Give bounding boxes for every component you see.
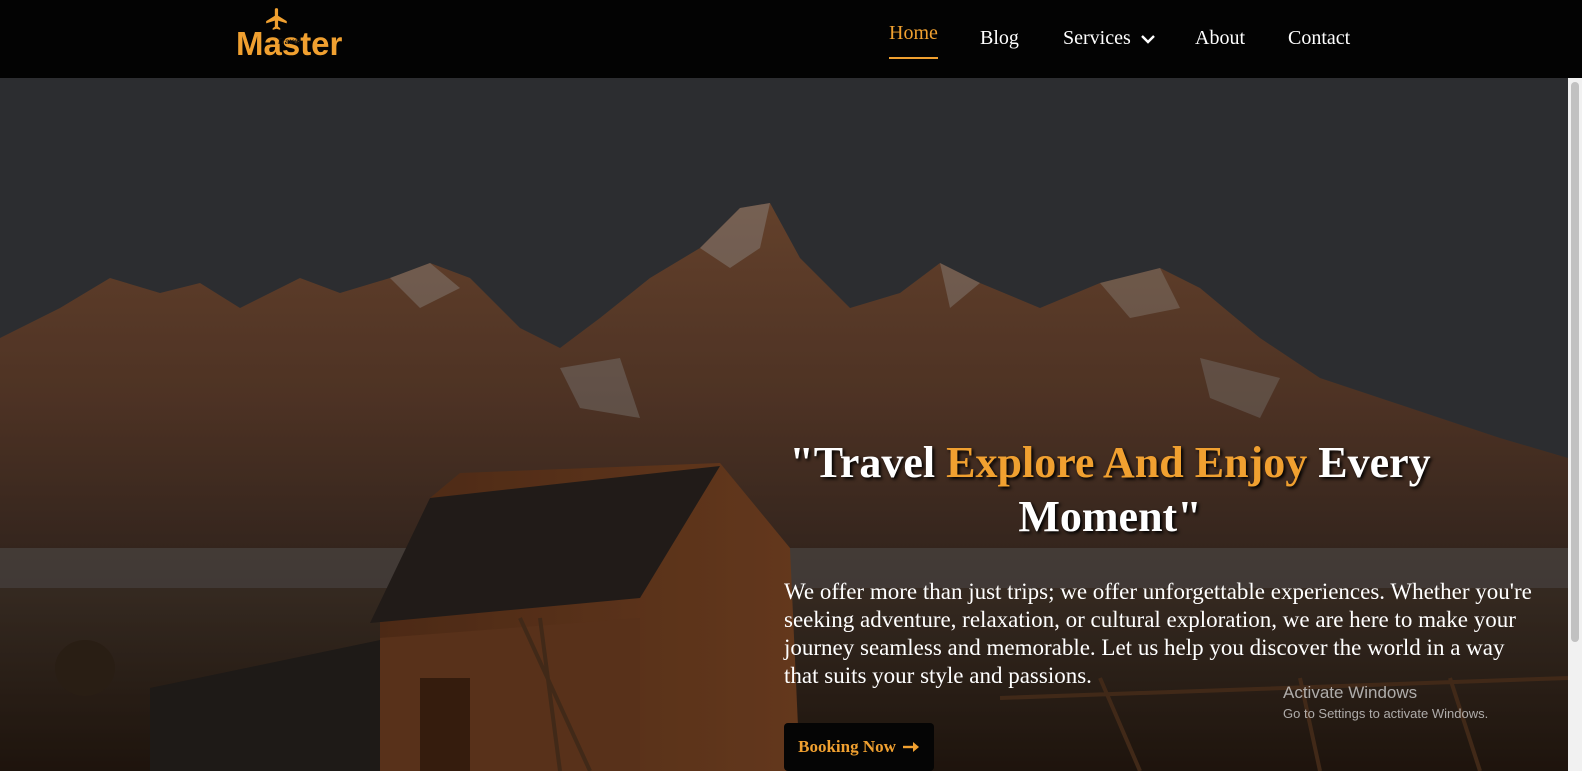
nav-home[interactable]: Home (889, 21, 938, 59)
brand-subtitle: Travel (277, 37, 301, 46)
nav-blog-label: Blog (980, 27, 1019, 49)
windows-activation-watermark: Activate Windows Go to Settings to activ… (1283, 683, 1488, 723)
booking-now-button[interactable]: Booking Now (784, 723, 934, 771)
scrollbar-thumb[interactable] (1571, 82, 1579, 642)
nav-services[interactable]: Services (1063, 26, 1156, 50)
nav-contact[interactable]: Contact (1288, 26, 1350, 50)
top-navbar: Master Travel Home Blog Services About C… (0, 0, 1582, 78)
arrow-right-icon (902, 742, 919, 752)
nav-about[interactable]: About (1195, 26, 1245, 50)
booking-now-label: Booking Now (798, 737, 896, 756)
page-scrollbar[interactable] (1568, 78, 1582, 771)
headline-start: "Travel (789, 438, 947, 487)
hero-headline: "Travel Explore And Enjoy Every Moment" (784, 436, 1436, 544)
hero-description: We offer more than just trips; we offer … (784, 579, 1532, 688)
active-underline (889, 57, 938, 59)
nav-about-label: About (1195, 27, 1245, 49)
nav-blog[interactable]: Blog (980, 26, 1019, 50)
headline-accent: Explore And Enjoy (946, 438, 1308, 487)
nav-services-label: Services (1063, 27, 1131, 49)
watermark-subtitle: Go to Settings to activate Windows. (1283, 706, 1489, 721)
hero-content: "Travel Explore And Enjoy Every Moment" … (784, 436, 1544, 771)
brand-logo[interactable]: Master Travel (236, 6, 366, 66)
nav-contact-label: Contact (1288, 27, 1351, 49)
watermark-title: Activate Windows (1283, 683, 1418, 702)
nav-home-label: Home (889, 22, 938, 44)
chevron-down-icon (1140, 35, 1155, 45)
